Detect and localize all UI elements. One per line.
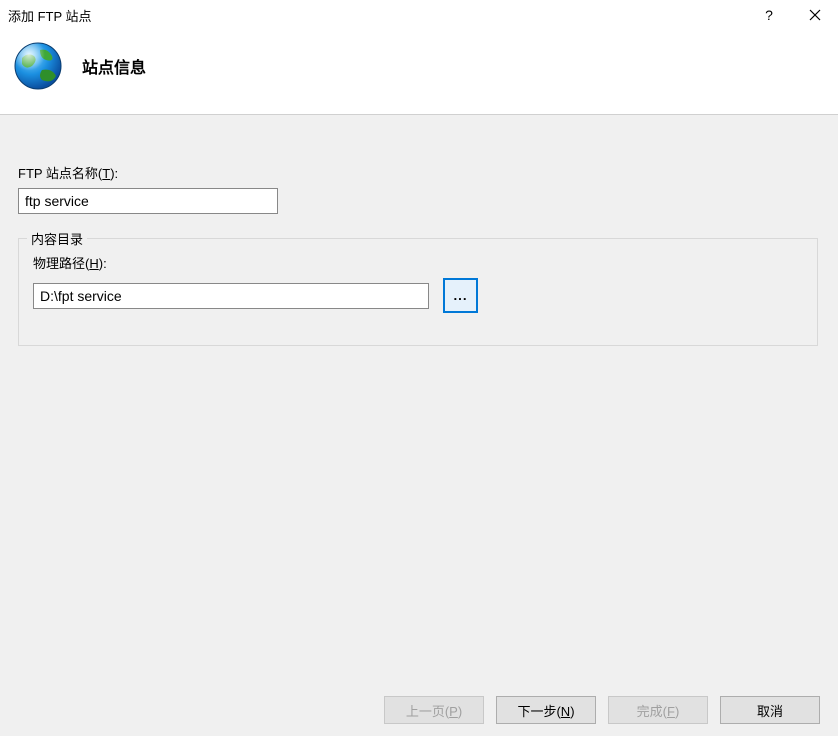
physical-path-row: ... [33,278,803,313]
titlebar-controls: ? [746,0,838,30]
globe-icon [12,40,64,92]
cancel-button[interactable]: 取消 [720,696,820,724]
site-name-row: FTP 站点名称(T): [18,163,820,214]
wizard-header: 站点信息 [0,30,838,114]
close-button[interactable] [792,0,838,30]
wizard-content: FTP 站点名称(T): 内容目录 物理路径(H): ... [0,114,838,684]
window-title: 添加 FTP 站点 [8,6,746,25]
previous-button: 上一页(P) [384,696,484,724]
help-icon: ? [765,7,773,23]
physical-path-label: 物理路径(H): [33,253,803,272]
site-name-input[interactable] [18,188,278,214]
next-button[interactable]: 下一步(N) [496,696,596,724]
titlebar: 添加 FTP 站点 ? [0,0,838,30]
wizard-step-title: 站点信息 [82,54,146,78]
content-directory-group: 内容目录 物理路径(H): ... [18,238,818,346]
ellipsis-icon: ... [453,288,467,303]
wizard-footer: 上一页(P) 下一步(N) 完成(F) 取消 [0,684,838,736]
finish-button: 完成(F) [608,696,708,724]
close-icon [809,9,821,21]
browse-button[interactable]: ... [443,278,478,313]
physical-path-input[interactable] [33,283,429,309]
site-name-label: FTP 站点名称(T): [18,163,820,182]
content-directory-legend: 内容目录 [27,229,87,248]
help-button[interactable]: ? [746,0,792,30]
